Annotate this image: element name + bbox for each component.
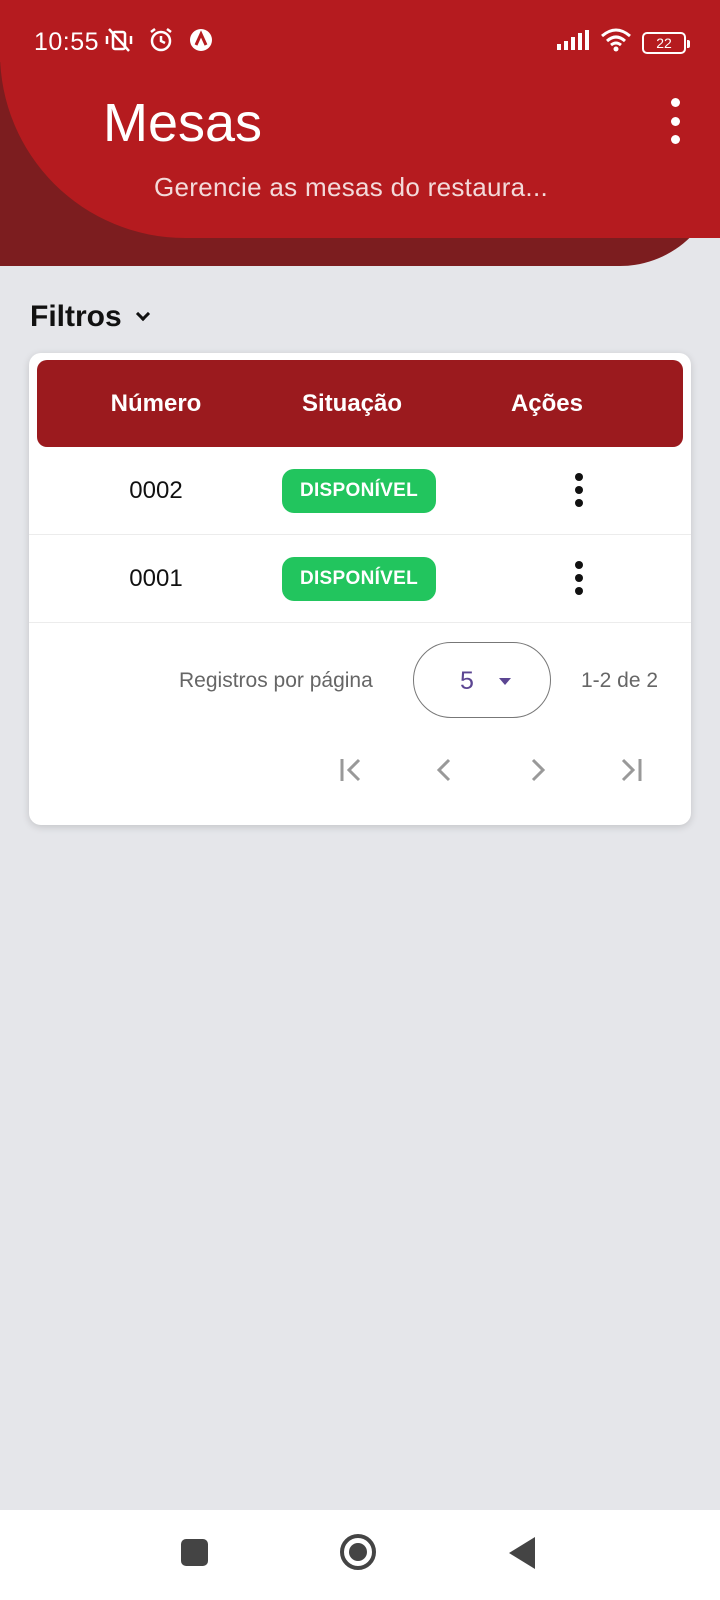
- row-actions-icon[interactable]: [571, 561, 587, 595]
- recents-button[interactable]: [181, 1539, 208, 1566]
- status-badge: DISPONÍVEL: [282, 469, 436, 513]
- cell-numero: 0002: [129, 477, 183, 504]
- page-title: Mesas: [103, 93, 263, 153]
- page-subtitle: Gerencie as mesas do restaura...: [154, 172, 549, 202]
- status-icons-left: [104, 27, 214, 58]
- chevron-down-icon: [135, 306, 150, 322]
- home-button[interactable]: [340, 1534, 376, 1570]
- filters-toggle[interactable]: Filtros: [30, 300, 150, 334]
- rows-per-page-label: Registros por página: [179, 669, 373, 692]
- status-badge: DISPONÍVEL: [282, 557, 436, 601]
- back-button[interactable]: [509, 1537, 535, 1569]
- rows-per-page-select[interactable]: 5: [413, 642, 551, 718]
- column-header-acoes: Ações: [510, 390, 584, 417]
- signal-icon: [556, 29, 590, 56]
- app-notification-icon: [188, 27, 214, 58]
- filters-label: Filtros: [30, 300, 122, 333]
- column-header-situacao[interactable]: Situação: [262, 360, 442, 447]
- alarm-icon: [148, 27, 174, 58]
- prev-page-icon[interactable]: [424, 750, 464, 790]
- wifi-icon: [600, 28, 632, 57]
- table-row[interactable]: 0002 DISPONÍVEL: [29, 447, 691, 535]
- last-page-icon[interactable]: [611, 750, 651, 790]
- battery-icon: 22: [642, 31, 690, 54]
- pagination-range: 1-2 de 2: [581, 669, 659, 692]
- table-row[interactable]: 0001 DISPONÍVEL: [29, 535, 691, 623]
- status-bar: 10:55 22: [0, 0, 720, 84]
- tables-card: Número Situação Ações 0002 DISPONÍVEL 00…: [29, 353, 691, 825]
- table-header: Número Situação Ações: [37, 360, 683, 447]
- cell-numero: 0001: [129, 565, 183, 592]
- rows-per-page-value: 5: [460, 667, 474, 695]
- status-icons-right: 22: [556, 28, 690, 57]
- caret-down-icon: [499, 678, 511, 685]
- more-vert-icon[interactable]: [660, 98, 690, 144]
- vibrate-off-icon: [104, 27, 134, 58]
- system-nav-bar: [0, 1510, 720, 1600]
- column-header-numero[interactable]: Número: [71, 360, 241, 447]
- status-time: 10:55: [34, 28, 100, 56]
- next-page-icon[interactable]: [518, 750, 558, 790]
- first-page-icon[interactable]: [331, 750, 371, 790]
- row-actions-icon[interactable]: [571, 473, 587, 507]
